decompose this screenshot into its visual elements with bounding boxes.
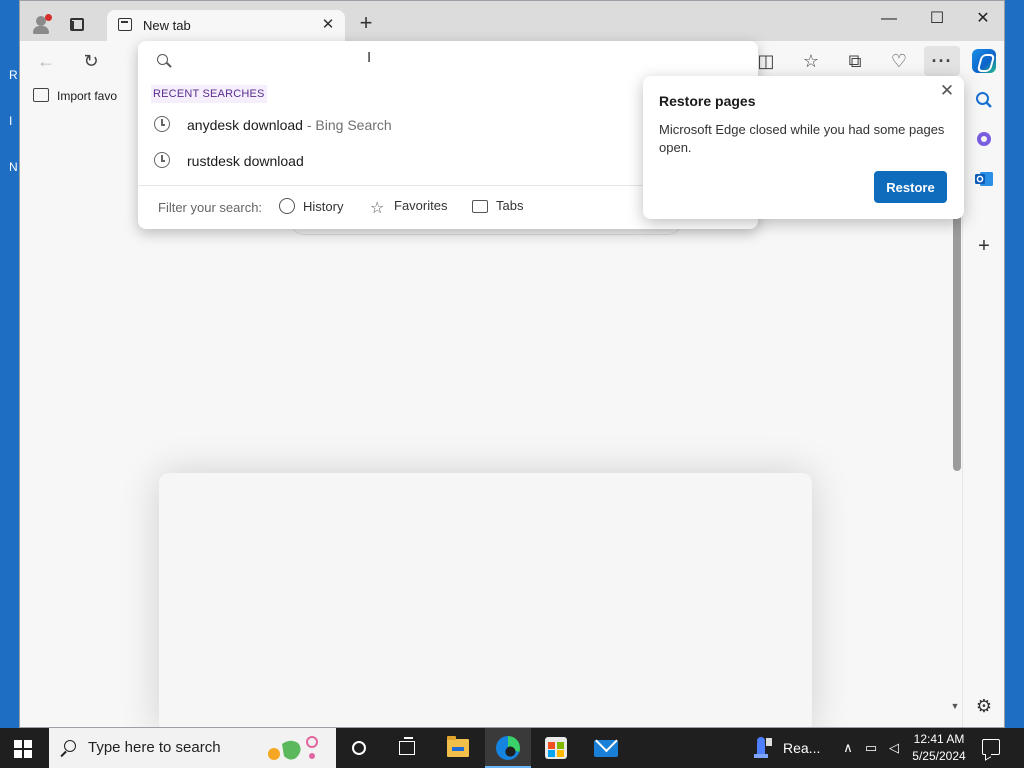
cortana-icon <box>352 741 366 755</box>
add-icon[interactable]: + <box>972 234 996 258</box>
clock-time[interactable]: 12:41 AM <box>908 732 970 746</box>
more-icon[interactable]: ··· <box>924 46 960 76</box>
desktop-icon-label[interactable]: I <box>0 98 20 144</box>
file-explorer-button[interactable] <box>435 728 481 768</box>
notification-dot <box>45 14 52 21</box>
star-icon: ☆ <box>370 200 385 217</box>
tab-new-tab[interactable]: New tab ✕ <box>107 10 345 41</box>
store-icon <box>545 737 567 759</box>
suggestion-text: rustdesk download <box>187 153 304 169</box>
maximize-icon[interactable]: ☐ <box>914 5 960 33</box>
edge-window: New tab ✕ + — ☐ ✕ ← ↻ ◫ ☆ ⧉ ♡ ··· Import… <box>19 0 1005 728</box>
favorites-icon[interactable]: ☆ <box>798 49 824 73</box>
filter-history-label: History <box>303 199 344 214</box>
chess-app-icon <box>754 737 772 758</box>
search-highlight-icon <box>268 736 318 760</box>
import-favorites-link[interactable]: Import favo <box>57 89 117 103</box>
filter-tabs-label: Tabs <box>496 198 524 213</box>
text-cursor-icon: I <box>367 49 372 66</box>
restore-button[interactable]: Restore <box>874 171 947 203</box>
show-hidden-icons[interactable]: ∧ <box>838 740 858 756</box>
windows-start-icon[interactable] <box>14 740 32 758</box>
back-icon[interactable]: ← <box>33 49 59 73</box>
network-icon[interactable]: ▭ <box>861 740 881 756</box>
desktop-icons: R I N <box>0 52 20 190</box>
history-icon <box>154 152 170 168</box>
close-popup-icon[interactable]: ✕ <box>938 82 956 100</box>
search-icon[interactable] <box>972 91 996 115</box>
profile-icon[interactable] <box>32 14 52 36</box>
folder-icon <box>447 736 469 757</box>
filter-label: Filter your search: <box>158 200 263 215</box>
filter-favorites-label: Favorites <box>394 198 448 213</box>
suggestion-source: - Bing Search <box>306 117 392 133</box>
mail-icon <box>594 740 618 757</box>
address-bar-input[interactable] <box>182 49 722 73</box>
search-icon <box>60 740 77 758</box>
close-tab-icon[interactable]: ✕ <box>319 16 337 34</box>
desktop-icon-label[interactable]: N <box>0 144 20 190</box>
title-bar: New tab ✕ + — ☐ ✕ <box>20 1 1004 41</box>
new-tab-page-icon <box>118 18 132 31</box>
task-view-button[interactable] <box>384 728 430 768</box>
edge-sidebar: + ⚙ <box>962 81 1004 727</box>
clock-date[interactable]: 5/25/2024 <box>908 749 970 763</box>
tab-actions-icon[interactable] <box>70 18 84 31</box>
running-app-button[interactable]: Rea... <box>750 728 830 768</box>
browser-essentials-icon[interactable]: ♡ <box>886 49 912 73</box>
tabs-icon <box>472 200 488 213</box>
desktop-icon-label[interactable]: R <box>0 52 20 98</box>
recent-searches-header: RECENT SEARCHES <box>151 85 267 103</box>
filter-favorites-button[interactable]: ☆ Favorites <box>370 198 447 218</box>
cortana-button[interactable] <box>337 728 383 768</box>
edge-icon <box>496 736 520 760</box>
filter-history-button[interactable]: History <box>279 198 343 218</box>
filter-tabs-button[interactable]: Tabs <box>472 198 523 218</box>
close-window-icon[interactable]: ✕ <box>960 5 1004 33</box>
volume-muted-icon[interactable]: ◁ <box>884 740 904 756</box>
tab-title: New tab <box>143 18 191 33</box>
outlook-icon[interactable] <box>972 170 996 194</box>
collections-icon[interactable]: ⧉ <box>842 49 868 73</box>
copilot-apps-icon[interactable] <box>972 130 996 154</box>
minimize-icon[interactable]: — <box>866 5 912 33</box>
store-button[interactable] <box>533 728 579 768</box>
refresh-icon[interactable]: ↻ <box>78 49 104 73</box>
mail-button[interactable] <box>583 728 629 768</box>
history-icon <box>279 198 295 214</box>
copilot-icon[interactable] <box>972 49 996 73</box>
scroll-down-icon[interactable]: ▼ <box>950 701 960 713</box>
import-favorites-icon <box>33 88 49 102</box>
settings-icon[interactable]: ⚙ <box>972 694 996 718</box>
suggestion-text: anydesk download <box>187 117 303 133</box>
task-view-icon <box>399 737 415 755</box>
taskbar: Type here to search Rea... ∧ ▭ ◁ 12:41 A… <box>0 728 1024 768</box>
popup-message: Microsoft Edge closed while you had some… <box>659 122 945 155</box>
content-feed-card <box>159 473 812 727</box>
popup-title: Restore pages <box>659 93 756 109</box>
restore-pages-popup: Restore pages ✕ Microsoft Edge closed wh… <box>643 76 964 219</box>
taskbar-search-placeholder: Type here to search <box>88 739 221 756</box>
new-tab-button[interactable]: + <box>356 12 376 34</box>
search-icon <box>157 54 172 68</box>
edge-taskbar-button[interactable] <box>485 728 531 768</box>
history-icon <box>154 116 170 132</box>
running-app-label: Rea... <box>783 740 821 756</box>
scrollbar-thumb[interactable] <box>953 191 961 471</box>
action-center-icon[interactable] <box>982 739 1000 755</box>
